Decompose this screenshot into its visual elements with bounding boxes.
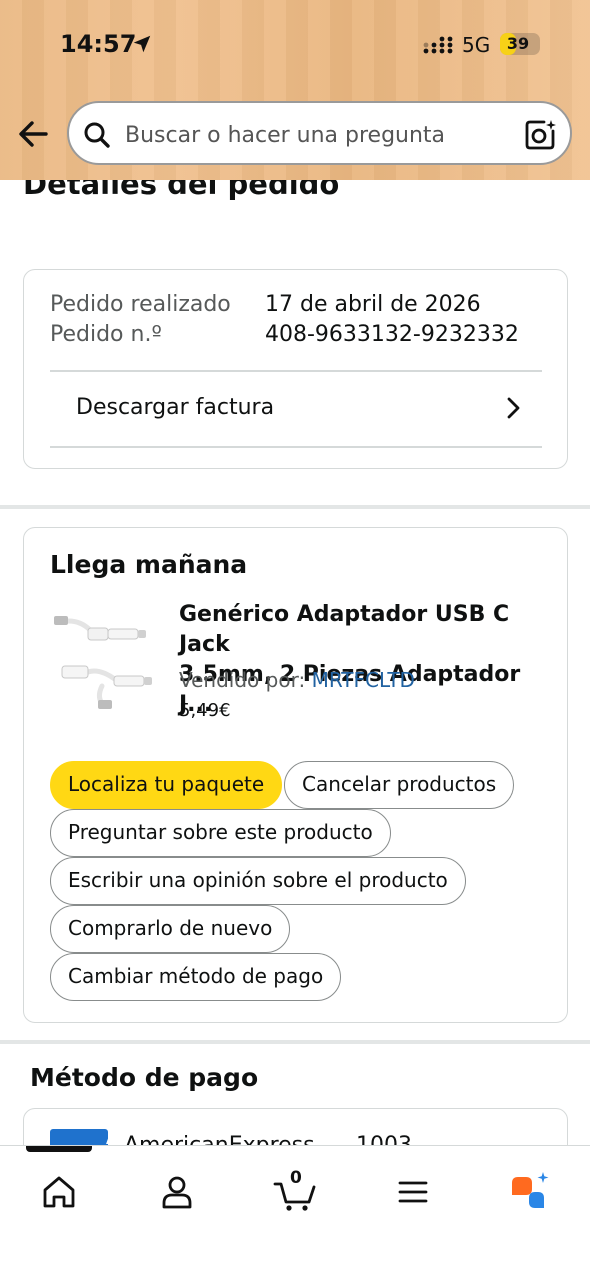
bottom-navigation: 0 [0, 1145, 590, 1280]
account-icon[interactable] [155, 1170, 199, 1214]
order-info-card: Pedido realizado 17 de abril de 2026 Ped… [23, 269, 568, 469]
search-icon [84, 122, 110, 148]
menu-icon[interactable] [391, 1170, 435, 1214]
active-tab-indicator [26, 1146, 92, 1152]
change-payment-button[interactable]: Cambiar método de pago [50, 953, 342, 1001]
order-date-value: 17 de abril de 2026 [265, 292, 481, 317]
battery-level: 39 [506, 34, 530, 53]
location-arrow-icon [133, 35, 151, 53]
order-number-value: 408-9633132-9232332 [265, 322, 519, 347]
delivery-status: Llega mañana [50, 550, 248, 579]
shipment-card: Llega mañana Genérico Adaptador USB C Ja… [23, 527, 568, 1023]
search-input[interactable]: Buscar o hacer una pregunta [67, 101, 572, 165]
seller-label: Vendido por: [179, 668, 312, 692]
cancel-items-button[interactable]: Cancelar productos [284, 761, 515, 809]
divider [50, 446, 542, 448]
product-title[interactable]: Genérico Adaptador USB C Jack 3.5mm, 2 P… [179, 600, 549, 720]
battery-indicator: 39 [500, 33, 540, 55]
search-placeholder: Buscar o hacer una pregunta [125, 123, 446, 148]
seller-link[interactable]: MRTFCLTD [312, 668, 415, 692]
chevron-right-icon [507, 397, 520, 419]
home-icon[interactable] [37, 1170, 81, 1214]
seller-line: Vendido por: MRTFCLTD [179, 668, 415, 692]
download-invoice-row[interactable]: Descargar factura [50, 371, 542, 447]
download-invoice-label: Descargar factura [76, 395, 275, 420]
section-separator [0, 1040, 590, 1044]
track-package-button[interactable]: Localiza tu paquete [50, 761, 283, 809]
payment-method-title: Método de pago [30, 1063, 259, 1092]
ask-product-question-button[interactable]: Preguntar sobre este producto [50, 809, 391, 857]
order-date-label: Pedido realizado [50, 292, 231, 317]
product-image[interactable] [52, 610, 156, 710]
status-time: 14:57 [60, 30, 137, 58]
product-price: 5,49€ [179, 700, 231, 721]
network-type: 5G [462, 33, 491, 57]
order-number-label: Pedido n.º [50, 322, 162, 347]
cellular-signal-icon [423, 36, 453, 54]
section-separator [0, 505, 590, 509]
cart-count-badge: 0 [290, 1168, 302, 1188]
rufus-ai-icon[interactable] [507, 1170, 551, 1214]
back-arrow-icon[interactable] [14, 114, 54, 154]
write-review-button[interactable]: Escribir una opinión sobre el producto [50, 857, 466, 905]
app-header: 14:57 5G 39 Buscar o hacer una pregunta [0, 0, 590, 180]
buy-again-button[interactable]: Comprarlo de nuevo [50, 905, 291, 953]
status-bar: 14:57 5G 39 [0, 0, 590, 90]
camera-search-icon[interactable] [523, 118, 557, 152]
